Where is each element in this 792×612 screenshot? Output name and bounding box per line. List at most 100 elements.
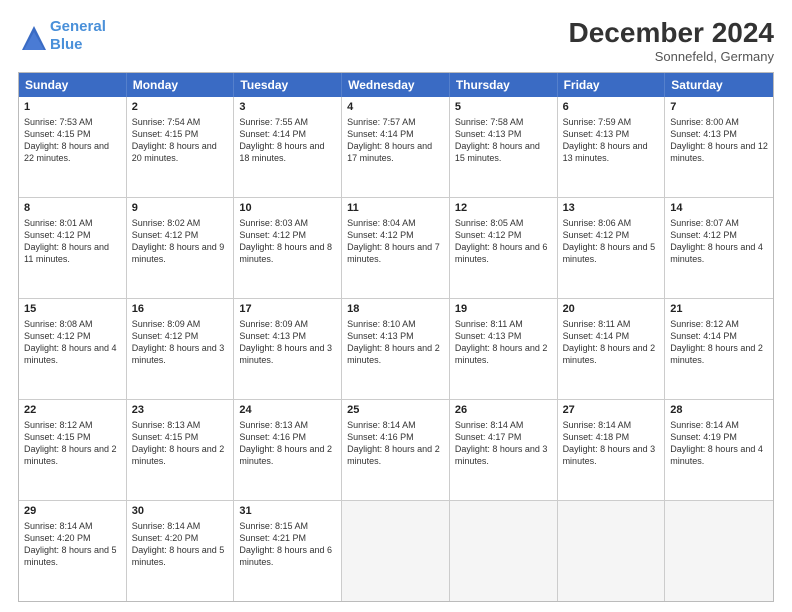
daylight-text: Daylight: 8 hours and 3 minutes. <box>563 444 656 466</box>
calendar-body: 1Sunrise: 7:53 AMSunset: 4:15 PMDaylight… <box>19 97 773 601</box>
daylight-text: Daylight: 8 hours and 5 minutes. <box>24 545 117 567</box>
page: General Blue December 2024 Sonnefeld, Ge… <box>0 0 792 612</box>
day-number: 15 <box>24 302 121 317</box>
calendar-cell: 11Sunrise: 8:04 AMSunset: 4:12 PMDayligh… <box>342 198 450 298</box>
calendar-cell: 2Sunrise: 7:54 AMSunset: 4:15 PMDaylight… <box>127 97 235 197</box>
day-number: 28 <box>670 403 768 418</box>
sunrise-text: Sunrise: 8:14 AM <box>563 420 632 430</box>
calendar-cell: 5Sunrise: 7:58 AMSunset: 4:13 PMDaylight… <box>450 97 558 197</box>
calendar-cell: 19Sunrise: 8:11 AMSunset: 4:13 PMDayligh… <box>450 299 558 399</box>
sunrise-text: Sunrise: 7:59 AM <box>563 117 632 127</box>
daylight-text: Daylight: 8 hours and 2 minutes. <box>347 343 440 365</box>
day-number: 29 <box>24 504 121 519</box>
daylight-text: Daylight: 8 hours and 4 minutes. <box>24 343 117 365</box>
calendar-cell: 29Sunrise: 8:14 AMSunset: 4:20 PMDayligh… <box>19 501 127 601</box>
day-number: 6 <box>563 100 660 115</box>
calendar-cell: 15Sunrise: 8:08 AMSunset: 4:12 PMDayligh… <box>19 299 127 399</box>
sunrise-text: Sunrise: 8:11 AM <box>455 319 523 329</box>
day-number: 19 <box>455 302 552 317</box>
daylight-text: Daylight: 8 hours and 3 minutes. <box>239 343 332 365</box>
sunrise-text: Sunrise: 8:00 AM <box>670 117 739 127</box>
sunset-text: Sunset: 4:15 PM <box>24 129 91 139</box>
subtitle: Sonnefeld, Germany <box>569 49 774 64</box>
daylight-text: Daylight: 8 hours and 20 minutes. <box>132 141 217 163</box>
sunrise-text: Sunrise: 8:14 AM <box>24 521 93 531</box>
sunrise-text: Sunrise: 7:58 AM <box>455 117 524 127</box>
sunset-text: Sunset: 4:12 PM <box>347 230 414 240</box>
title-area: December 2024 Sonnefeld, Germany <box>569 18 774 64</box>
day-number: 3 <box>239 100 336 115</box>
sunrise-text: Sunrise: 8:14 AM <box>132 521 201 531</box>
calendar-cell: 28Sunrise: 8:14 AMSunset: 4:19 PMDayligh… <box>665 400 773 500</box>
day-number: 4 <box>347 100 444 115</box>
calendar-cell: 24Sunrise: 8:13 AMSunset: 4:16 PMDayligh… <box>234 400 342 500</box>
logo: General Blue <box>18 18 106 54</box>
logo-blue: Blue <box>50 36 83 53</box>
sunset-text: Sunset: 4:21 PM <box>239 533 306 543</box>
daylight-text: Daylight: 8 hours and 3 minutes. <box>132 343 225 365</box>
calendar-cell: 21Sunrise: 8:12 AMSunset: 4:14 PMDayligh… <box>665 299 773 399</box>
day-number: 5 <box>455 100 552 115</box>
calendar-cell: 17Sunrise: 8:09 AMSunset: 4:13 PMDayligh… <box>234 299 342 399</box>
sunset-text: Sunset: 4:17 PM <box>455 432 522 442</box>
daylight-text: Daylight: 8 hours and 2 minutes. <box>132 444 225 466</box>
calendar-week-row: 1Sunrise: 7:53 AMSunset: 4:15 PMDaylight… <box>19 97 773 198</box>
month-title: December 2024 <box>569 18 774 49</box>
day-header: Wednesday <box>342 73 450 97</box>
sunset-text: Sunset: 4:16 PM <box>239 432 306 442</box>
calendar-cell: 25Sunrise: 8:14 AMSunset: 4:16 PMDayligh… <box>342 400 450 500</box>
sunset-text: Sunset: 4:12 PM <box>455 230 522 240</box>
day-number: 30 <box>132 504 229 519</box>
calendar-cell: 9Sunrise: 8:02 AMSunset: 4:12 PMDaylight… <box>127 198 235 298</box>
day-number: 14 <box>670 201 768 216</box>
sunset-text: Sunset: 4:15 PM <box>132 432 199 442</box>
day-header: Monday <box>127 73 235 97</box>
sunrise-text: Sunrise: 8:06 AM <box>563 218 632 228</box>
daylight-text: Daylight: 8 hours and 12 minutes. <box>670 141 768 163</box>
sunset-text: Sunset: 4:12 PM <box>132 331 199 341</box>
sunset-text: Sunset: 4:15 PM <box>132 129 199 139</box>
day-number: 10 <box>239 201 336 216</box>
calendar-week-row: 15Sunrise: 8:08 AMSunset: 4:12 PMDayligh… <box>19 299 773 400</box>
day-header: Thursday <box>450 73 558 97</box>
calendar-cell: 7Sunrise: 8:00 AMSunset: 4:13 PMDaylight… <box>665 97 773 197</box>
logo-general: General <box>50 18 106 35</box>
sunrise-text: Sunrise: 8:15 AM <box>239 521 308 531</box>
calendar: SundayMondayTuesdayWednesdayThursdayFrid… <box>18 72 774 602</box>
sunset-text: Sunset: 4:14 PM <box>347 129 414 139</box>
calendar-week-row: 29Sunrise: 8:14 AMSunset: 4:20 PMDayligh… <box>19 501 773 601</box>
header: General Blue December 2024 Sonnefeld, Ge… <box>18 18 774 64</box>
sunrise-text: Sunrise: 8:14 AM <box>347 420 416 430</box>
calendar-cell: 20Sunrise: 8:11 AMSunset: 4:14 PMDayligh… <box>558 299 666 399</box>
daylight-text: Daylight: 8 hours and 7 minutes. <box>347 242 440 264</box>
calendar-cell: 31Sunrise: 8:15 AMSunset: 4:21 PMDayligh… <box>234 501 342 601</box>
sunset-text: Sunset: 4:12 PM <box>563 230 630 240</box>
sunrise-text: Sunrise: 7:53 AM <box>24 117 93 127</box>
daylight-text: Daylight: 8 hours and 6 minutes. <box>239 545 332 567</box>
day-number: 23 <box>132 403 229 418</box>
calendar-cell <box>665 501 773 601</box>
day-number: 13 <box>563 201 660 216</box>
calendar-cell: 22Sunrise: 8:12 AMSunset: 4:15 PMDayligh… <box>19 400 127 500</box>
sunrise-text: Sunrise: 8:10 AM <box>347 319 416 329</box>
daylight-text: Daylight: 8 hours and 9 minutes. <box>132 242 225 264</box>
sunrise-text: Sunrise: 8:03 AM <box>239 218 308 228</box>
sunset-text: Sunset: 4:12 PM <box>670 230 737 240</box>
daylight-text: Daylight: 8 hours and 2 minutes. <box>670 343 763 365</box>
sunrise-text: Sunrise: 7:55 AM <box>239 117 308 127</box>
day-number: 2 <box>132 100 229 115</box>
daylight-text: Daylight: 8 hours and 13 minutes. <box>563 141 648 163</box>
calendar-week-row: 22Sunrise: 8:12 AMSunset: 4:15 PMDayligh… <box>19 400 773 501</box>
day-number: 27 <box>563 403 660 418</box>
sunset-text: Sunset: 4:13 PM <box>455 129 522 139</box>
daylight-text: Daylight: 8 hours and 5 minutes. <box>132 545 225 567</box>
day-number: 20 <box>563 302 660 317</box>
daylight-text: Daylight: 8 hours and 2 minutes. <box>239 444 332 466</box>
calendar-cell: 1Sunrise: 7:53 AMSunset: 4:15 PMDaylight… <box>19 97 127 197</box>
sunset-text: Sunset: 4:12 PM <box>24 230 91 240</box>
daylight-text: Daylight: 8 hours and 17 minutes. <box>347 141 432 163</box>
calendar-cell <box>450 501 558 601</box>
sunrise-text: Sunrise: 8:12 AM <box>670 319 739 329</box>
calendar-cell <box>558 501 666 601</box>
day-number: 11 <box>347 201 444 216</box>
